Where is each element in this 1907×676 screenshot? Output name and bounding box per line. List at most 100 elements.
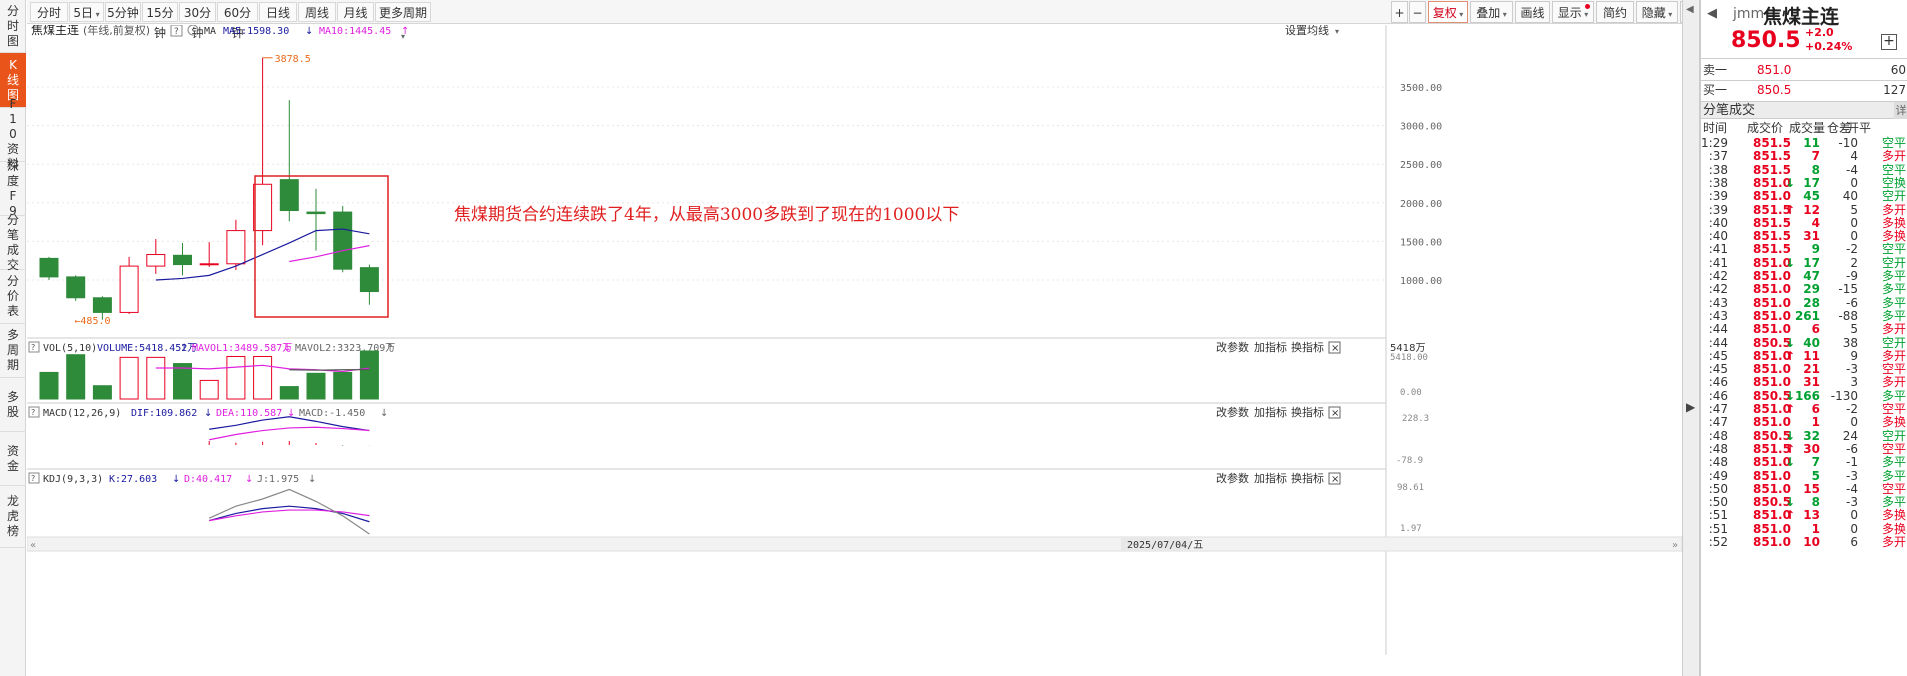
sidebar-item-6[interactable]: 多周期: [0, 324, 26, 378]
tick-time: :51: [1708, 508, 1728, 523]
zoom-out-button[interactable]: −: [1409, 1, 1426, 23]
add-indicator-button[interactable]: 加指标: [1254, 471, 1287, 485]
hide-button[interactable]: 隐藏 ▾: [1636, 1, 1678, 23]
period-tab-2[interactable]: 5分钟: [105, 2, 141, 22]
tick-time: :47: [1708, 402, 1728, 416]
period-tab-6[interactable]: 日线: [259, 2, 297, 22]
period-tab-9[interactable]: 更多周期 ▾: [375, 2, 431, 41]
sidebar-item-9[interactable]: 龙虎榜: [0, 486, 26, 548]
macd-axis-bottom: -78.9: [1396, 456, 1423, 466]
price-axis-tick: 1500.00: [1400, 237, 1442, 248]
chevron-down-icon: ▾: [1456, 10, 1464, 19]
candle[interactable]: [279, 100, 299, 222]
switch-indicator-button[interactable]: 换指标: [1291, 340, 1324, 354]
ma-settings-button[interactable]: 设置均线: [1285, 25, 1329, 37]
tick-volume: 13: [1803, 508, 1820, 523]
zoom-in-button[interactable]: +: [1391, 1, 1408, 23]
tick-time: :43: [1708, 308, 1728, 323]
period-tab-1[interactable]: 5日 ▾: [69, 2, 104, 22]
sidebar-item-3[interactable]: 深度F9: [0, 159, 26, 218]
volume-bar: [173, 363, 192, 400]
period-tab-8[interactable]: 月线: [337, 2, 374, 22]
display-button[interactable]: 显示 ▾: [1552, 1, 1594, 23]
fuquan-button[interactable]: 复权 ▾: [1428, 1, 1468, 23]
collapse-right-icon[interactable]: ▶: [1686, 400, 1695, 414]
change-params-button[interactable]: 改参数: [1216, 405, 1249, 419]
candle[interactable]: [359, 264, 379, 305]
tick-price: 851.0: [1753, 362, 1791, 377]
kline-chart[interactable]: 3500.00 3000.00 2500.00 2000.00 1500.00 1000.…: [27, 25, 1682, 676]
candle[interactable]: [173, 242, 192, 276]
close-icon-label: ×: [1331, 408, 1339, 419]
candle[interactable]: [39, 256, 59, 280]
candle[interactable]: [333, 205, 353, 273]
tick-type: 空平: [1881, 481, 1906, 496]
sidebar-item-0[interactable]: 分时图: [0, 0, 26, 53]
simple-mode-button[interactable]: 简约: [1596, 1, 1634, 23]
zoom-in-button-label: +: [1394, 6, 1405, 20]
draw-line-button[interactable]: 画线: [1515, 1, 1550, 23]
tick-volume: 31: [1803, 375, 1820, 390]
sell-label: 卖一: [1703, 63, 1728, 77]
candle[interactable]: [226, 219, 246, 270]
tick-type: 多平: [1881, 495, 1906, 510]
tick-type: 空平: [1881, 242, 1906, 257]
macd-dif: DIF:109.862: [131, 408, 197, 419]
tick-oi-change: 3: [1850, 375, 1858, 390]
period-tab-7[interactable]: 周线: [298, 2, 336, 22]
collapse-left-icon[interactable]: ◀: [1686, 4, 1694, 15]
candle[interactable]: [146, 239, 166, 274]
candle[interactable]: [119, 256, 139, 314]
tick-volume: 10: [1803, 535, 1820, 549]
period-tab-5[interactable]: 60分钟: [217, 2, 258, 40]
vol-axis-mid: 5418.00: [1390, 353, 1428, 363]
sidebar-item-5[interactable]: 分价表: [0, 270, 26, 324]
panel-divider[interactable]: ◀ ▶: [1682, 0, 1700, 676]
tick-volume: 1: [1811, 521, 1820, 536]
up-arrow-icon: ↑: [1785, 202, 1796, 217]
tick-oi-change: -4: [1846, 481, 1858, 496]
add-indicator-button[interactable]: 加指标: [1254, 340, 1287, 354]
candle[interactable]: [199, 242, 219, 267]
switch-indicator-button[interactable]: 换指标: [1291, 405, 1324, 419]
tick-volume: 40: [1803, 335, 1820, 350]
volume-bar: [359, 350, 379, 400]
scroll-right-icon[interactable]: »: [1672, 540, 1678, 551]
down-arrow-icon: ↓: [1785, 388, 1796, 403]
tick-volume: 15: [1803, 481, 1820, 496]
tick-volume: 31: [1803, 229, 1820, 244]
tick-volume: 17: [1803, 255, 1820, 270]
tick-volume: 17: [1803, 175, 1820, 190]
tick-price: 851.0: [1753, 282, 1791, 297]
add-indicator-button[interactable]: 加指标: [1254, 405, 1287, 419]
tick-oi-change: 2: [1850, 255, 1858, 270]
gear-icon[interactable]: [187, 25, 199, 36]
time-scrollbar[interactable]: [27, 536, 1682, 552]
ticks-detail-button[interactable]: 详: [1894, 102, 1907, 119]
period-tab-0[interactable]: 分时: [30, 2, 68, 22]
period-tab-3[interactable]: 15分钟: [142, 2, 178, 40]
change-params-button[interactable]: 改参数: [1216, 471, 1249, 485]
ticks-list: 11:29851.511-10空平:37851.574多开:38851.58-4…: [1701, 136, 1907, 676]
tick-price: 851.5: [1753, 136, 1791, 150]
tick-row: :38 851.0 ↓ 17 0 空换: [1701, 176, 1907, 190]
period-tab-4[interactable]: 30分钟: [179, 2, 216, 40]
prev-stock-icon[interactable]: ◀: [1707, 6, 1717, 21]
switch-indicator-button[interactable]: 换指标: [1291, 471, 1324, 485]
candle[interactable]: [253, 57, 273, 246]
tick-time: :47: [1708, 415, 1728, 430]
ticks-col-header: 开平: [1847, 121, 1872, 135]
add-watchlist-button[interactable]: +: [1881, 34, 1897, 50]
sidebar-item-2[interactable]: F10资料: [0, 97, 26, 171]
hide-button-label: 隐藏: [1641, 6, 1666, 20]
candle[interactable]: [66, 275, 86, 301]
sidebar-item-4[interactable]: 分笔成交: [0, 213, 26, 272]
scroll-left-icon[interactable]: «: [30, 540, 36, 551]
change-params-button[interactable]: 改参数: [1216, 340, 1249, 354]
sidebar-item-8[interactable]: 资金: [0, 432, 26, 486]
overlay-button[interactable]: 叠加 ▾: [1470, 1, 1513, 23]
sidebar-item-7[interactable]: 多股: [0, 378, 26, 432]
tick-time: 11:29: [1701, 136, 1728, 150]
tick-price: 851.0: [1753, 269, 1791, 283]
tick-type: 空平: [1881, 162, 1906, 177]
